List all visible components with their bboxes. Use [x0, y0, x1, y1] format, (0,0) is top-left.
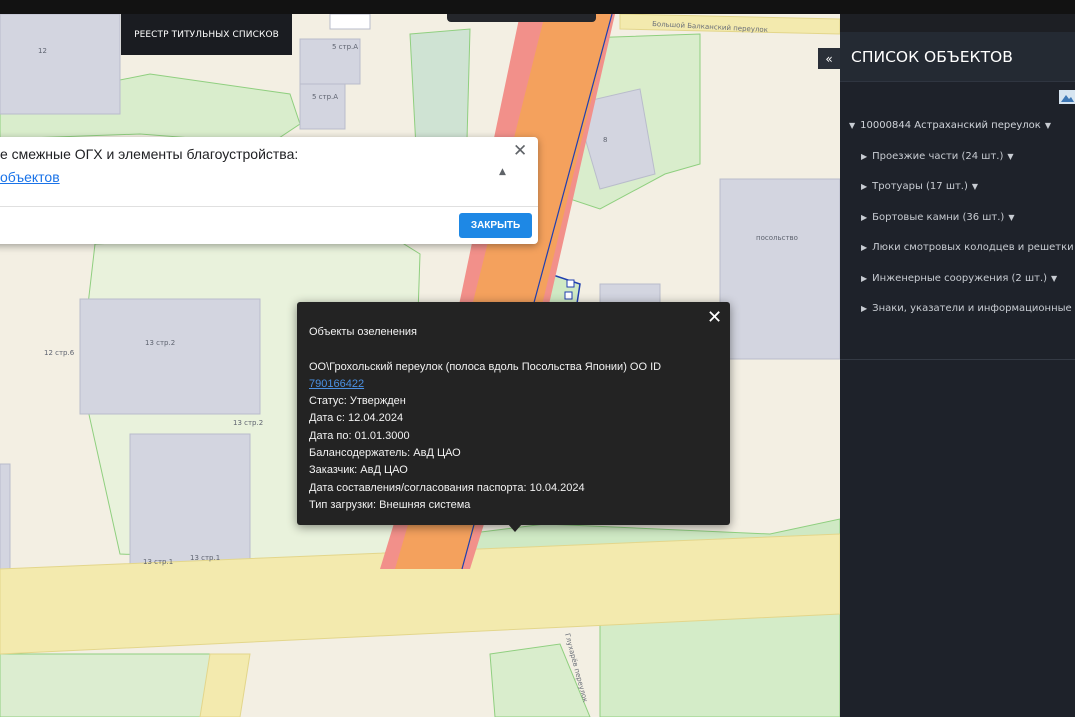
registry-button[interactable]: РЕЕСТР ТИТУЛЬНЫХ СПИСКОВ [121, 14, 292, 55]
building[interactable] [299, 83, 346, 130]
object-info-popup: ✕ Объекты озеленения ОО\Грохольский пере… [297, 302, 730, 525]
top-tab[interactable] [447, 14, 596, 22]
caret-right-icon: ▶ [861, 152, 868, 161]
dropdown-icon[interactable]: ▼ [1007, 152, 1013, 161]
building-label: 13 стр.2 [233, 419, 263, 427]
panel-header: СПИСОК ОБЪЕКТОВ [840, 32, 1075, 82]
dropdown-icon[interactable]: ▼ [972, 182, 978, 191]
tree-item-sidewalks[interactable]: ▶ Тротуары (17 шт.) ▼ [861, 181, 978, 192]
divider [0, 206, 538, 207]
building-label: 13 стр.1 [143, 558, 173, 566]
building-label: 13 стр.2 [145, 339, 175, 347]
dropdown-icon[interactable]: ▼ [1045, 121, 1051, 130]
building[interactable] [0, 14, 121, 115]
building-label: 5 стр.А [312, 93, 338, 101]
building-label: 5 стр.А [332, 43, 358, 51]
load-type-text: Тип загрузки: Внешняя система [309, 499, 471, 511]
building-label: посольство [756, 234, 798, 242]
adjacent-objects-dialog: е смежные ОГХ и элементы благоустройства… [0, 137, 538, 244]
building-label: 12 [38, 47, 47, 55]
map-marker[interactable] [564, 291, 573, 300]
holder-text: Балансодержатель: АвД ЦАО [309, 447, 461, 459]
building-embassy[interactable] [719, 178, 840, 360]
green-area[interactable] [0, 653, 231, 717]
building-label: 8 [603, 136, 607, 144]
popup-heading: Объекты озеленения [309, 326, 417, 338]
panel-toolbar [840, 83, 1075, 111]
dropdown-icon[interactable]: ▼ [1051, 274, 1057, 283]
dialog-title: е смежные ОГХ и элементы благоустройства… [0, 146, 299, 162]
close-icon[interactable]: ✕ [707, 308, 722, 326]
objects-link[interactable]: объектов [0, 169, 60, 185]
popup-pointer [508, 524, 522, 532]
caret-right-icon: ▶ [861, 304, 868, 313]
status-text: Статус: Утвержден [309, 395, 406, 407]
top-bar [0, 0, 1075, 14]
caret-right-icon: ▶ [861, 274, 868, 283]
date-to-text: Дата по: 01.01.3000 [309, 430, 410, 442]
panel-title: СПИСОК ОБЪЕКТОВ [851, 48, 1013, 66]
object-id-link[interactable]: 790166422 [309, 378, 364, 390]
map-marker[interactable] [566, 279, 575, 288]
object-list-panel: СПИСОК ОБЪЕКТОВ ▼ 10000844 Астраханский п… [840, 32, 1075, 717]
building-label: 13 стр.1 [190, 554, 220, 562]
tree-item-roadways[interactable]: ▶ Проезжие части (24 шт.) ▼ [861, 151, 1014, 162]
tree-item-signs[interactable]: ▶ Знаки, указатели и информационные [861, 303, 1072, 314]
caret-down-icon: ▼ [849, 121, 856, 130]
panel-collapse-button[interactable]: « [818, 48, 840, 69]
building-label: 12 стр.6 [44, 349, 75, 357]
tree-item-engineering[interactable]: ▶ Инженерные сооружения (2 шт.) ▼ [861, 273, 1057, 284]
building[interactable] [79, 298, 261, 415]
caret-right-icon: ▶ [861, 182, 868, 191]
passport-date-text: Дата составления/согласования паспорта: … [309, 482, 585, 494]
customer-text: Заказчик: АвД ЦАО [309, 464, 408, 476]
tree-root[interactable]: ▼ 10000844 Астраханский переулок ▼ [849, 120, 1051, 131]
chevron-up-icon[interactable]: ▲ [499, 167, 506, 177]
close-button[interactable]: ЗАКРЫТЬ [459, 213, 532, 238]
tree-item-curbs[interactable]: ▶ Бортовые камни (36 шт.) ▼ [861, 212, 1015, 223]
building[interactable] [329, 14, 371, 30]
object-name: ОО\Грохольский переулок (полоса вдоль По… [309, 361, 662, 373]
building[interactable] [0, 463, 11, 570]
map-layer-icon[interactable] [1059, 90, 1075, 104]
close-icon[interactable]: ✕ [513, 143, 527, 160]
caret-right-icon: ▶ [861, 243, 868, 252]
caret-right-icon: ▶ [861, 213, 868, 222]
date-from-text: Дата с: 12.04.2024 [309, 412, 404, 424]
tree-item-manholes[interactable]: ▶ Люки смотровых колодцев и решетки [861, 242, 1074, 253]
tree-container [840, 112, 1075, 360]
dropdown-icon[interactable]: ▼ [1008, 213, 1014, 222]
